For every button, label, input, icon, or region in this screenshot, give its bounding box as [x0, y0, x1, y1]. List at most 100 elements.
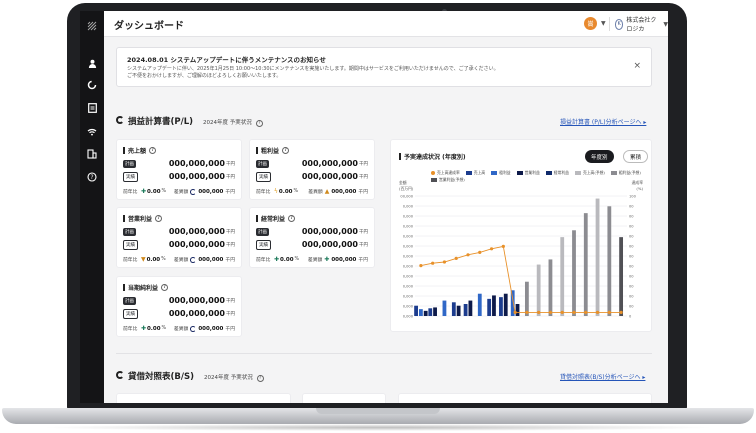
actual-amount: 000,000,000 — [168, 309, 225, 318]
bar — [595, 198, 600, 316]
diff-value: 000,000 — [198, 188, 224, 195]
rate-point — [595, 310, 600, 314]
y-tick-label: 0,000 — [403, 244, 414, 248]
actual-tag: 実績 — [123, 171, 138, 182]
rate-point — [419, 264, 423, 268]
pl-subtitle: 2024年度 予実状況 — [203, 120, 252, 126]
bar — [503, 293, 508, 316]
diff-label: 差異額 — [173, 190, 189, 195]
kpi-title: 当期純利益? — [123, 283, 169, 292]
bar — [451, 302, 456, 316]
grid-icon[interactable] — [84, 18, 100, 34]
info-icon[interactable]: ? — [161, 284, 169, 291]
y2-tick-label: 00 — [629, 274, 634, 278]
ratio-unit: % — [161, 326, 167, 331]
notice-title: 2024.08.01 システムアップデートに伴うメンテナンスのお知らせ — [127, 56, 326, 64]
unit-label: 千円 — [226, 311, 235, 317]
diff-value: 000,000 — [198, 325, 224, 332]
kpi-footer: 前年比 ✚ 0.00% 差異額 000,000 千円 — [123, 188, 235, 195]
plan-amount: 000,000,000 — [168, 227, 225, 236]
info-icon[interactable]: ? — [282, 147, 290, 154]
bar — [477, 293, 482, 316]
maintenance-notice: 2024.08.01 システムアップデートに伴うメンテナンスのお知らせ システム… — [116, 47, 652, 87]
unit-label: 千円 — [359, 229, 368, 235]
y-tick-label: 0,000 — [403, 284, 414, 288]
plan-amount: 000,000,000 — [168, 296, 225, 305]
plan-tag: 計画 — [123, 227, 136, 236]
y2-tick-label: 00 — [629, 304, 634, 308]
y2-tick-label: 00 — [629, 224, 634, 228]
diff-unit: 千円 — [358, 258, 368, 263]
rate-point — [513, 310, 517, 314]
user-icon[interactable] — [84, 55, 100, 71]
header-divider — [609, 17, 610, 31]
rate-point — [454, 256, 458, 260]
bs-card — [302, 393, 386, 403]
rate-point — [478, 250, 482, 254]
pl-analysis-link[interactable]: 損益計算書 (P/L)分析ページへ ▸ — [560, 117, 646, 126]
rate-point — [466, 253, 470, 257]
ratio-unit: % — [294, 257, 300, 262]
unit-label: 千円 — [359, 161, 368, 167]
info-icon[interactable]: ? — [255, 120, 263, 127]
kpi-card: 経常利益? 計画 000,000,000 千円 実績 000,000,000 千円 前年… — [249, 207, 375, 268]
actual-row: 実績 000,000,000 千円 — [123, 239, 235, 250]
y-tick-label: 0,000 — [403, 264, 414, 268]
app-screen: ? ダッシュボード 嵩 ▼ K 株式会社クロジカ ▼ 2024.08.01 シス… — [80, 11, 668, 403]
kpi-card: 粗利益? 計画 000,000,000 千円 実績 000,000,000 千円 前年比… — [249, 139, 375, 200]
bar — [583, 213, 588, 316]
rate-point — [489, 247, 494, 251]
bar — [487, 298, 492, 316]
bar — [428, 308, 433, 316]
kpi-footer: 前年比 ϟ 0.00% 差異額 ▲ 000,000 千円 — [256, 188, 368, 195]
info-icon[interactable]: ? — [155, 215, 163, 222]
user-avatar[interactable]: 嵩 — [584, 17, 597, 30]
info-icon[interactable]: ? — [288, 215, 296, 222]
bs-analysis-link[interactable]: 貸借対照表(B/S)分析ページへ ▸ — [560, 372, 645, 381]
laptop-shadow — [40, 424, 716, 431]
kpi-title: 売上額? — [123, 146, 157, 155]
bar — [463, 304, 468, 316]
plan-tag: 計画 — [123, 296, 136, 305]
bar — [414, 305, 418, 316]
info-icon[interactable]: ? — [256, 375, 264, 382]
svg-text:?: ? — [90, 174, 93, 181]
plan-row: 計画 000,000,000 千円 — [256, 158, 368, 169]
diff-unit: 千円 — [225, 190, 235, 195]
rate-line — [420, 245, 622, 313]
y-tick-label: 0,000 — [403, 314, 414, 318]
rate-point — [607, 310, 611, 314]
rate-point — [537, 310, 541, 314]
bs-subtitle: 2024年度 予実状況 — [203, 375, 253, 381]
wifi-icon[interactable] — [84, 123, 100, 139]
diff-label: 差異額 — [173, 327, 189, 332]
info-icon[interactable]: ? — [149, 147, 157, 154]
chevron-down-icon[interactable]: ▼ — [601, 20, 606, 27]
unit-label: 千円 — [226, 174, 235, 180]
plan-row: 計画 000,000,000 千円 — [256, 226, 368, 237]
bs-title: 貸借対照表(B/S) — [128, 372, 194, 382]
y-tick-label: 0,000 — [403, 234, 414, 238]
kpi-card: 売上額? 計画 000,000,000 千円 実績 000,000,000 千円 前年比… — [116, 139, 242, 200]
ratio-unit: % — [293, 189, 299, 194]
axis-title: (%) — [636, 186, 643, 191]
company-switcher[interactable]: K 株式会社クロジカ ▼ — [615, 17, 668, 33]
ratio-label: 前年比 — [123, 190, 138, 195]
loading-icon[interactable] — [84, 77, 100, 93]
diff-unit: 千円 — [225, 327, 235, 332]
diff-unit: 千円 — [358, 190, 368, 195]
axis-title: (百万円) — [399, 186, 414, 191]
building-icon[interactable] — [84, 146, 100, 162]
y-tick-label: 0,000 — [403, 294, 414, 298]
actual-tag: 実績 — [123, 308, 138, 319]
close-icon[interactable]: × — [633, 61, 641, 71]
page-title: ダッシュボード — [114, 21, 184, 32]
y-tick-label: 0,000 — [403, 254, 414, 258]
unit-label: 千円 — [226, 161, 235, 167]
unit-label: 千円 — [226, 229, 235, 235]
help-icon[interactable]: ? — [84, 169, 100, 185]
bs-card — [398, 393, 652, 403]
document-icon[interactable] — [84, 100, 100, 116]
y2-tick-label: 00 — [629, 294, 634, 298]
plan-amount: 000,000,000 — [301, 159, 358, 168]
